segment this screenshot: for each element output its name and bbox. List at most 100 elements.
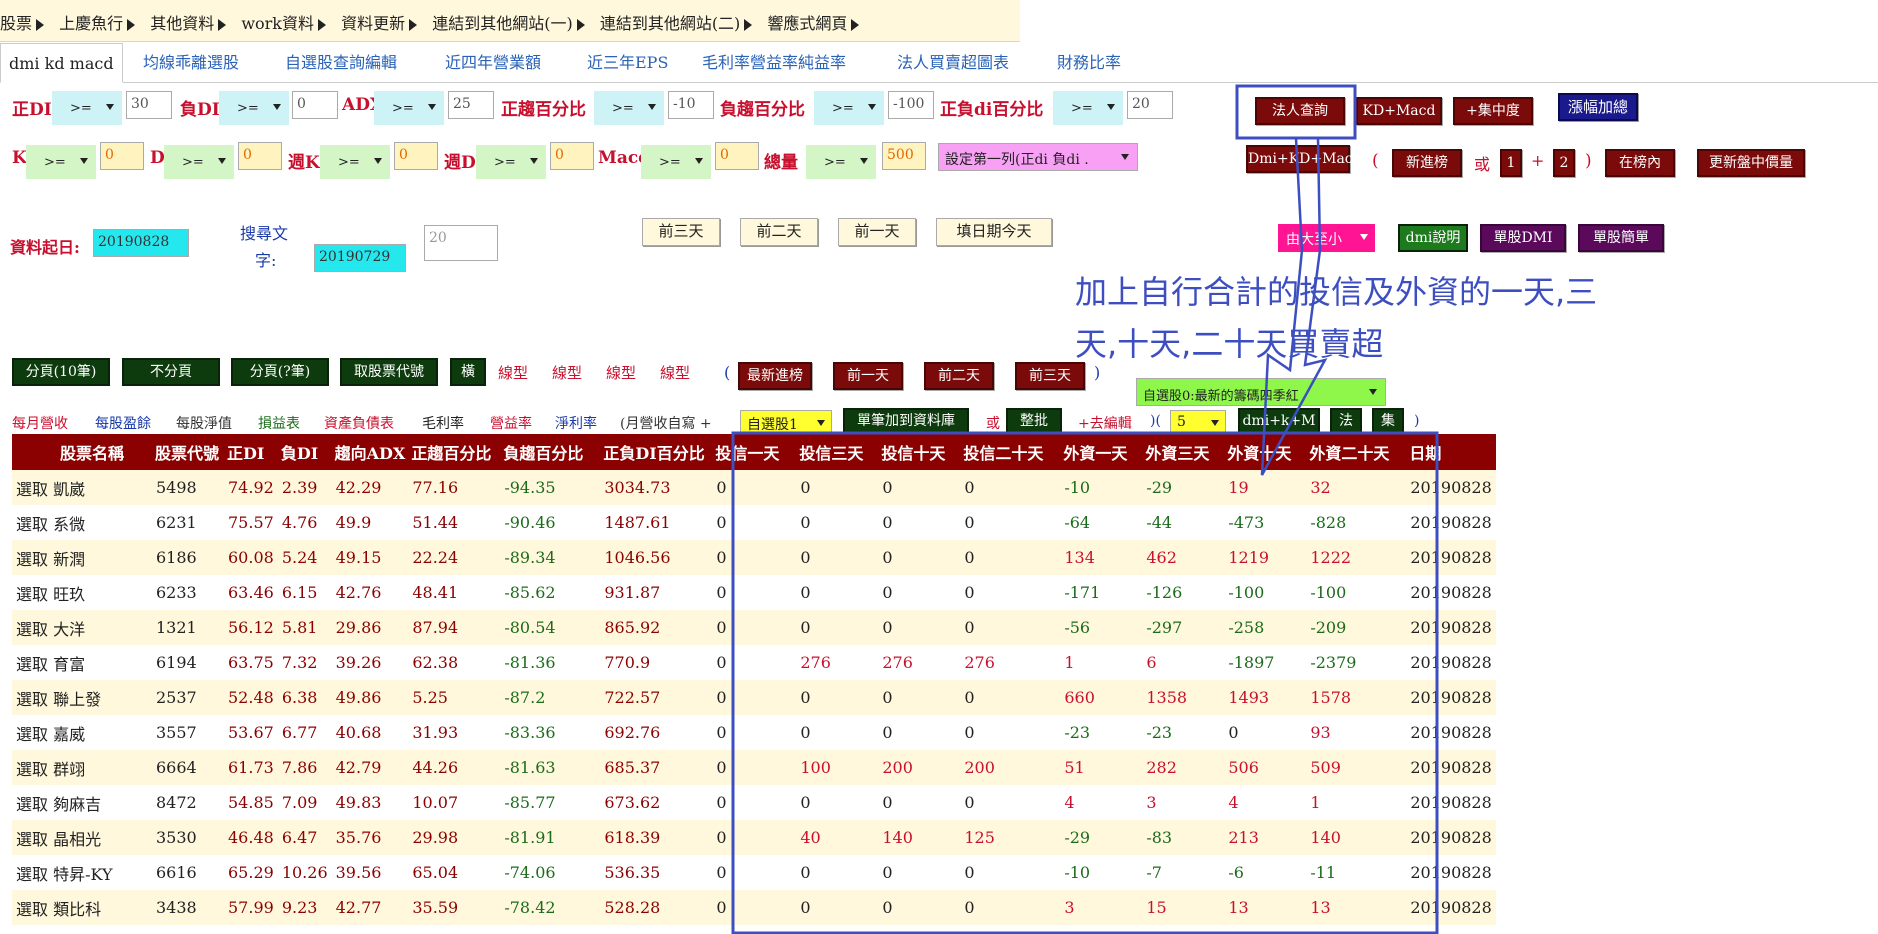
concentration-button[interactable]: +集中度 bbox=[1453, 97, 1533, 125]
update-price-button[interactable]: 更新盤中價量 bbox=[1697, 149, 1805, 177]
pos-di-op-select[interactable]: >= bbox=[52, 91, 122, 125]
macd-op-select[interactable]: >= bbox=[641, 145, 711, 179]
d-input[interactable]: 0 bbox=[238, 142, 282, 170]
no-page-button[interactable]: 不分頁 bbox=[122, 358, 220, 386]
column-header[interactable]: 日期 bbox=[1406, 434, 1496, 470]
stock-name-cell[interactable]: 選取 育富 bbox=[12, 645, 152, 680]
column-header[interactable]: 股票名稱 bbox=[12, 434, 152, 470]
two-button[interactable]: 2 bbox=[1553, 149, 1575, 177]
column-header[interactable]: 負趨百分比 bbox=[500, 434, 601, 470]
stock-name-cell[interactable]: 選取 群翊 bbox=[12, 750, 152, 785]
column-header[interactable]: 投信二十天 bbox=[960, 434, 1061, 470]
income-statement-link[interactable]: 損益表 bbox=[258, 413, 300, 433]
search-textarea[interactable]: 20 bbox=[424, 225, 498, 261]
add-to-db-button[interactable]: 單筆加到資料庫 bbox=[843, 408, 969, 434]
dmi-help-button[interactable]: dmi說明 bbox=[1398, 224, 1468, 252]
table-row[interactable]: 選取 夠麻吉 8472 54.85 7.09 49.83 10.07 -85.77 673.6… bbox=[12, 785, 1496, 820]
menu-item-stock[interactable]: 股票 bbox=[0, 10, 45, 34]
sort-column-select[interactable]: 設定第一列(正di 負di . bbox=[938, 143, 1138, 171]
column-header[interactable]: 投信三天 bbox=[796, 434, 879, 470]
tab-eps-3y[interactable]: 近三年EPS bbox=[587, 43, 668, 83]
horizontal-button[interactable]: 橫 bbox=[450, 358, 486, 386]
chart-type-link-2[interactable]: 線型 bbox=[552, 362, 582, 383]
chart-type-link-3[interactable]: 線型 bbox=[606, 362, 636, 383]
vol-op-select[interactable]: >= bbox=[806, 145, 876, 179]
balance-sheet-link[interactable]: 資產負債表 bbox=[324, 413, 394, 433]
stock-name-cell[interactable]: 選取 夠麻吉 bbox=[12, 785, 152, 820]
single-simple-button[interactable]: 單股簡單 bbox=[1578, 224, 1664, 252]
start-date-input[interactable]: 20190828 bbox=[93, 229, 189, 257]
neg-trend-op-select[interactable]: >= bbox=[814, 91, 884, 125]
adx-op-select[interactable]: >= bbox=[374, 91, 444, 125]
column-header[interactable]: 外資三天 bbox=[1142, 434, 1225, 470]
column-header[interactable]: 正負DI百分比 bbox=[600, 434, 713, 470]
table-row[interactable]: 選取 晶相光 3530 46.48 6.47 35.76 29.98 -81.91 618.3… bbox=[12, 820, 1496, 855]
watchlist-select[interactable]: 自選股0:最新的籌碼四季紅 bbox=[1136, 378, 1386, 406]
new-entry-button[interactable]: 新進榜 bbox=[1392, 149, 1462, 177]
tab-dmi-kd-macd[interactable]: dmi kd macd bbox=[0, 43, 123, 83]
wk-op-select[interactable]: >= bbox=[320, 145, 390, 179]
column-header[interactable]: 正DI bbox=[224, 434, 278, 470]
neg-trend-input[interactable]: -100 bbox=[888, 91, 934, 119]
single-dmi-button[interactable]: 單股DMI bbox=[1480, 224, 1566, 252]
op-margin-link[interactable]: 營益率 bbox=[490, 413, 532, 433]
pos-di-input[interactable]: 30 bbox=[126, 91, 172, 119]
stock-name-cell[interactable]: 選取 特昇-KY bbox=[12, 855, 152, 890]
stock-name-cell[interactable]: 選取 類比科 bbox=[12, 890, 152, 925]
table-row[interactable]: 選取 新潤 6186 60.08 5.24 49.15 22.24 -89.34 1046.5… bbox=[12, 540, 1496, 575]
pn-di-input[interactable]: 20 bbox=[1127, 91, 1173, 119]
vol-input[interactable]: 500 bbox=[882, 142, 926, 170]
tab-watchlist-edit[interactable]: 自選股查詢編輯 bbox=[285, 43, 397, 83]
table-row[interactable]: 選取 嘉威 3557 53.67 6.77 40.68 31.93 -83.36 692.76… bbox=[12, 715, 1496, 750]
get-codes-button[interactable]: 取股票代號 bbox=[340, 358, 438, 386]
column-header[interactable]: 外資一天 bbox=[1060, 434, 1143, 470]
menu-item-fishery[interactable]: 上慶魚行 bbox=[59, 10, 136, 34]
gross-margin-link[interactable]: 毛利率 bbox=[422, 413, 464, 433]
tab-margins[interactable]: 毛利率營益率純益率 bbox=[702, 43, 846, 83]
stock-name-cell[interactable]: 選取 嘉威 bbox=[12, 715, 152, 750]
table-row[interactable]: 選取 特昇-KY 6616 65.29 10.26 39.56 65.04 -74.06 53… bbox=[12, 855, 1496, 890]
table-row[interactable]: 選取 大洋 1321 56.12 5.81 29.86 87.94 -80.54 865.92… bbox=[12, 610, 1496, 645]
concentration-small-button[interactable]: 集 bbox=[1372, 408, 1404, 434]
table-row[interactable]: 選取 旺玖 6233 63.46 6.15 42.76 48.41 -85.62 931.87… bbox=[12, 575, 1496, 610]
stock-name-cell[interactable]: 選取 旺玖 bbox=[12, 575, 152, 610]
menu-item-links-1[interactable]: 連結到其他網站(一) bbox=[432, 10, 585, 34]
page-10-button[interactable]: 分頁(10筆) bbox=[12, 358, 110, 386]
tab-revenue-4y[interactable]: 近四年營業額 bbox=[445, 43, 541, 83]
adx-input[interactable]: 25 bbox=[448, 91, 494, 119]
dmi-k-m-button[interactable]: dmi+k+M bbox=[1238, 408, 1320, 434]
column-header[interactable]: 投信一天 bbox=[712, 434, 797, 470]
table-row[interactable]: 選取 聯上發 2537 52.48 6.38 49.86 5.25 -87.2 722.57 0… bbox=[12, 680, 1496, 715]
neg-di-op-select[interactable]: >= bbox=[219, 91, 289, 125]
prev-2-days-button[interactable]: 前二天 bbox=[740, 218, 818, 246]
prev-1-day-button[interactable]: 前一天 bbox=[838, 218, 916, 246]
dmi-kd-macd-button[interactable]: Dmi+KD+Macd bbox=[1246, 145, 1362, 173]
in-list-button[interactable]: 在榜內 bbox=[1605, 149, 1675, 177]
net-value-link[interactable]: 每股淨值 bbox=[176, 413, 232, 433]
neg-di-input[interactable]: 0 bbox=[292, 91, 338, 119]
batch-button[interactable]: 整批 bbox=[1006, 408, 1062, 434]
monthly-revenue-link[interactable]: 每月營收 bbox=[12, 413, 68, 433]
inst-query-button[interactable]: 法人查詢 bbox=[1255, 97, 1345, 125]
menu-item-responsive[interactable]: 響應式網頁 bbox=[767, 10, 860, 34]
institutional-button[interactable]: 法 bbox=[1330, 408, 1362, 434]
table-row[interactable]: 選取 類比科 3438 57.99 9.23 42.77 35.59 -78.42 528.2… bbox=[12, 890, 1496, 925]
column-header[interactable]: 負DI bbox=[277, 434, 332, 470]
pn-di-op-select[interactable]: >= bbox=[1053, 91, 1123, 125]
menu-item-data-update[interactable]: 資料更新 bbox=[341, 10, 418, 34]
wd-input[interactable]: 0 bbox=[550, 142, 594, 170]
tab-institutional-chart[interactable]: 法人買賣超圖表 bbox=[897, 43, 1009, 83]
page-q-button[interactable]: 分頁(?筆) bbox=[231, 358, 329, 386]
edit-link[interactable]: +去編輯 bbox=[1078, 413, 1132, 433]
fill-today-button[interactable]: 填日期今天 bbox=[936, 218, 1052, 246]
stock-name-cell[interactable]: 選取 系微 bbox=[12, 505, 152, 540]
price-sum-button[interactable]: 漲幅加總 bbox=[1558, 93, 1638, 121]
sort-order-select[interactable]: 由大至小 bbox=[1278, 224, 1375, 252]
wk-input[interactable]: 0 bbox=[394, 142, 438, 170]
column-header[interactable]: 趨向ADX bbox=[331, 434, 409, 470]
search-date-input[interactable]: 20190729 bbox=[314, 244, 406, 272]
count-select[interactable]: 5 bbox=[1170, 410, 1226, 434]
chart-type-link-1[interactable]: 線型 bbox=[498, 362, 528, 383]
tab-financial-ratio[interactable]: 財務比率 bbox=[1057, 43, 1121, 83]
table-row[interactable]: 選取 凱崴 5498 74.92 2.39 42.29 77.16 -94.35 3034.7… bbox=[12, 470, 1496, 505]
